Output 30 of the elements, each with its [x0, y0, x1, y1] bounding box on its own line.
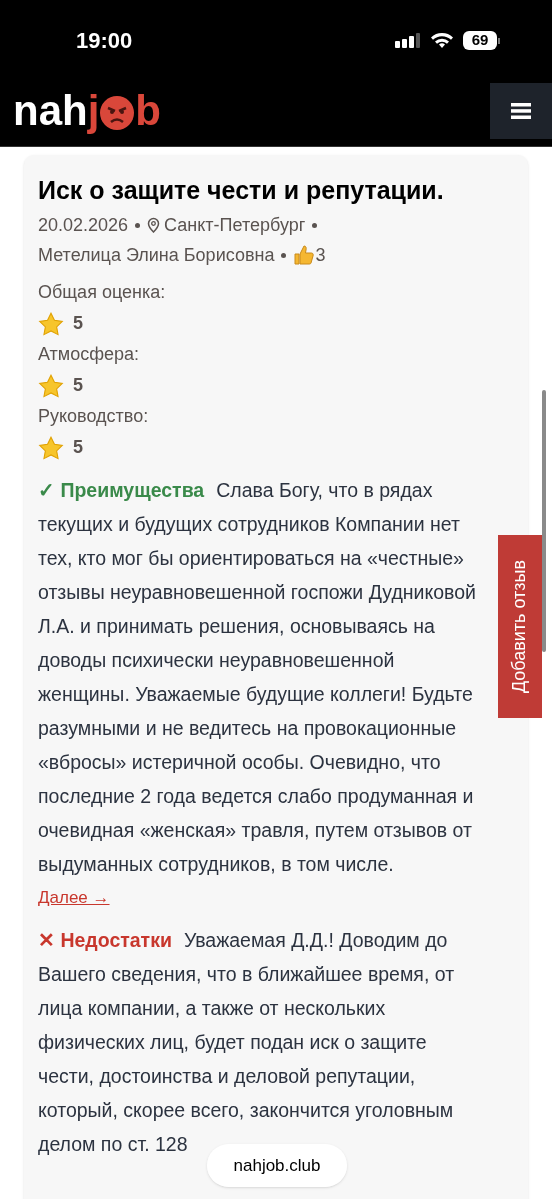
rating-label: Руководство: [38, 405, 150, 428]
separator-dot-icon [135, 222, 141, 228]
rating-value: 5 [73, 374, 83, 397]
rating-value: 5 [73, 436, 83, 459]
read-more-link[interactable]: Далее → [38, 883, 110, 913]
status-time: 19:00 [76, 27, 133, 55]
review-date: 20.02.2026 [38, 214, 129, 237]
review-title: Иск о защите чести и репутации. [38, 175, 445, 206]
wifi-icon [430, 32, 454, 49]
url-pill: nahjob.club [207, 1144, 347, 1187]
site-logo[interactable]: nahj b [13, 89, 161, 132]
star-icon [38, 311, 64, 336]
menu-icon [511, 102, 531, 119]
signal-icon [395, 32, 421, 49]
like-count: 3 [315, 244, 326, 267]
review-author: Метелица Элина Борисовна [38, 244, 275, 267]
star-icon [38, 435, 64, 460]
separator-dot-icon [312, 222, 318, 228]
separator-dot-icon [281, 252, 287, 258]
thumbs-up-icon [293, 244, 316, 266]
section-paragraph: ✓ Преимущества Слава Богу, что в рядах текущих и будущих сотрудников Компании нет тех, кто мог бы ориентироваться на «честные» отзывы неуравновешенной госпожи Дудниковой Л.А. и принимать решения, основываясь на доводы психически неуравновешенной женщины. Уважаемые будущие коллеги! Будьте разумными и не ведитесь на провокационные «вбросы» истеричной особы. Очевидно, что последние 2 года ведется слабо продуманная и очевидная «женская» травля, путем отзывов от выдуманных сотрудников, в том числе. [38, 478, 477, 877]
menu-button[interactable] [490, 82, 552, 139]
location-pin-icon [147, 217, 161, 233]
battery-indicator: 69 [463, 31, 500, 50]
star-icon [38, 373, 64, 398]
rating-label: Общая оценка: [38, 281, 167, 304]
review-city: Санкт-Петербург [164, 214, 306, 237]
add-review-button[interactable]: Добавить отзыв [498, 535, 542, 718]
rating-label: Атмосфера: [38, 343, 141, 366]
rating-value: 5 [73, 312, 83, 335]
